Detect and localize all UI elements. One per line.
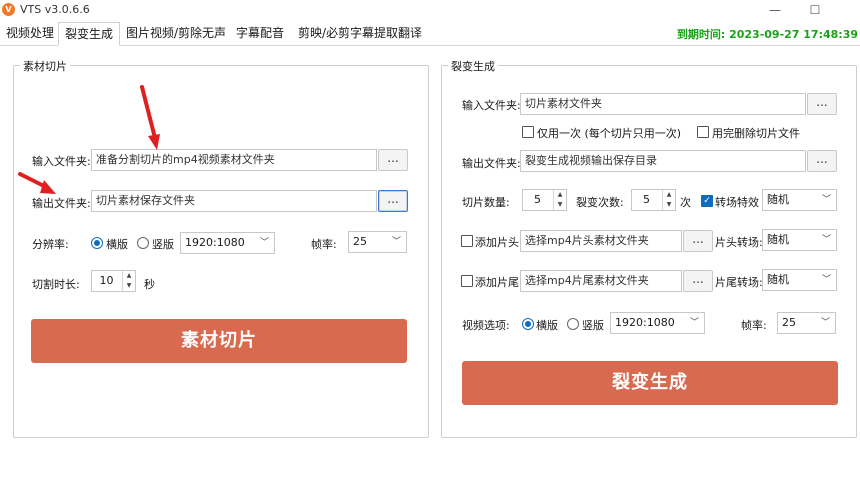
right-fps-value: 25 [782,316,796,329]
tail-transition-label: 片尾转场: [715,276,763,289]
left-resolution-label: 分辨率: [32,238,69,251]
head-transition-label: 片头转场: [715,236,763,249]
left-output-browse-button[interactable]: ... [378,190,408,212]
expiry-date: 到期时间: 2023-09-27 17:48:39 [676,28,858,41]
left-fps-select[interactable]: 25 ﹀ [348,231,407,253]
right-input-folder-field[interactable]: 切片素材文件夹 [520,93,806,115]
left-landscape-label[interactable]: 横版 [106,236,128,252]
slice-count-value: 5 [534,193,541,206]
tail-transition-value: 随机 [767,273,789,286]
fission-count-label: 裂变次数: [576,196,624,209]
right-output-folder-label: 输出文件夹: [462,157,521,170]
left-input-folder-field[interactable]: 准备分割切片的mp4视频素材文件夹 [91,149,377,171]
transition-select[interactable]: 随机 ﹀ [762,189,837,211]
spin-down-icon[interactable]: ▼ [554,200,566,210]
left-resolution-value: 1920:1080 [185,236,245,249]
chevron-down-icon: ﹀ [821,195,831,205]
tab-subtitle-dubbing[interactable]: 字幕配音 [230,22,290,46]
tab-video-processing[interactable]: 视频处理 [0,22,60,46]
right-portrait-label[interactable]: 竖版 [582,317,604,333]
chevron-down-icon: ﹀ [821,235,831,245]
right-fps-select[interactable]: 25 ﹀ [777,312,836,334]
fission-count-stepper[interactable]: 5 ▲ ▼ [631,189,676,211]
delete-after-label[interactable]: 用完删除切片文件 [712,125,800,141]
tail-folder-field[interactable]: 选择mp4片尾素材文件夹 [520,270,682,292]
head-transition-value: 随机 [767,233,789,246]
right-input-browse-button[interactable]: ... [807,93,837,115]
fission-generate-button[interactable]: 裂变生成 [462,361,838,405]
spin-up-icon[interactable]: ▲ [663,190,675,200]
left-duration-unit: 秒 [144,278,155,291]
spin-up-icon[interactable]: ▲ [123,271,135,281]
left-portrait-label[interactable]: 竖版 [152,236,174,252]
left-input-browse-button[interactable]: ... [378,149,408,171]
left-duration-label: 切割时长: [32,278,80,291]
add-head-label[interactable]: 添加片头 [475,234,519,250]
chevron-down-icon: ﹀ [391,237,401,247]
video-option-label: 视频选项: [462,319,510,332]
slice-group-title: 素材切片 [20,58,70,74]
right-portrait-radio[interactable] [567,318,579,330]
add-head-checkbox[interactable] [461,235,473,247]
app-logo-icon: V [2,3,15,16]
left-duration-stepper[interactable]: 10 ▲ ▼ [91,270,136,292]
head-browse-button[interactable]: ... [683,230,713,252]
right-output-folder-field[interactable]: 裂变生成视频输出保存目录 [520,150,806,172]
tab-subtitle-extract-translate[interactable]: 剪映/必剪字幕提取翻译 [292,22,428,46]
head-folder-field[interactable]: 选择mp4片头素材文件夹 [520,230,682,252]
left-output-folder-label: 输出文件夹: [32,197,91,210]
maximize-icon[interactable]: ☐ [800,1,830,19]
left-landscape-radio[interactable] [91,237,103,249]
slice-count-label: 切片数量: [462,196,510,209]
tail-transition-select[interactable]: 随机 ﹀ [762,269,837,291]
slice-count-stepper[interactable]: 5 ▲ ▼ [522,189,567,211]
transition-label[interactable]: 转场特效 [715,194,759,210]
transition-checkbox[interactable]: ✓ [701,195,713,207]
chevron-down-icon: ﹀ [820,318,830,328]
only-once-label[interactable]: 仅用一次 (每个切片只用一次) [537,125,681,141]
right-landscape-radio[interactable] [522,318,534,330]
delete-after-checkbox[interactable] [697,126,709,138]
right-input-folder-label: 输入文件夹: [462,99,521,112]
fission-count-unit: 次 [680,196,691,209]
fission-group-title: 裂变生成 [448,58,498,74]
minimize-icon[interactable]: — [760,1,790,19]
left-output-folder-field[interactable]: 切片素材保存文件夹 [91,190,377,212]
add-tail-checkbox[interactable] [461,275,473,287]
chevron-down-icon: ﹀ [821,275,831,285]
left-fps-value: 25 [353,235,367,248]
spin-up-icon[interactable]: ▲ [554,190,566,200]
right-resolution-select[interactable]: 1920:1080 ﹀ [610,312,705,334]
right-landscape-label[interactable]: 横版 [536,317,558,333]
add-tail-label[interactable]: 添加片尾 [475,274,519,290]
right-output-browse-button[interactable]: ... [807,150,837,172]
right-fps-label: 帧率: [741,319,767,332]
chevron-down-icon: ﹀ [259,238,269,248]
slice-material-button[interactable]: 素材切片 [31,319,407,363]
left-fps-label: 帧率: [311,238,337,251]
left-input-folder-label: 输入文件夹: [32,155,91,168]
window-title: VTS v3.0.6.6 [20,3,90,16]
chevron-down-icon: ﹀ [689,318,699,328]
left-duration-value: 10 [99,274,114,287]
tab-image-video-silence[interactable]: 图片视频/剪除无声 [120,22,232,46]
spin-down-icon[interactable]: ▼ [123,281,135,291]
left-resolution-select[interactable]: 1920:1080 ﹀ [180,232,275,254]
only-once-checkbox[interactable] [522,126,534,138]
tab-fission-generate[interactable]: 裂变生成 [58,22,121,46]
left-portrait-radio[interactable] [137,237,149,249]
head-transition-select[interactable]: 随机 ﹀ [762,229,837,251]
title-bar: V VTS v3.0.6.6 — ☐ [0,0,860,20]
fission-count-value: 5 [643,193,650,206]
tail-browse-button[interactable]: ... [683,270,713,292]
transition-value: 随机 [767,193,789,206]
spin-down-icon[interactable]: ▼ [663,200,675,210]
right-resolution-value: 1920:1080 [615,316,675,329]
